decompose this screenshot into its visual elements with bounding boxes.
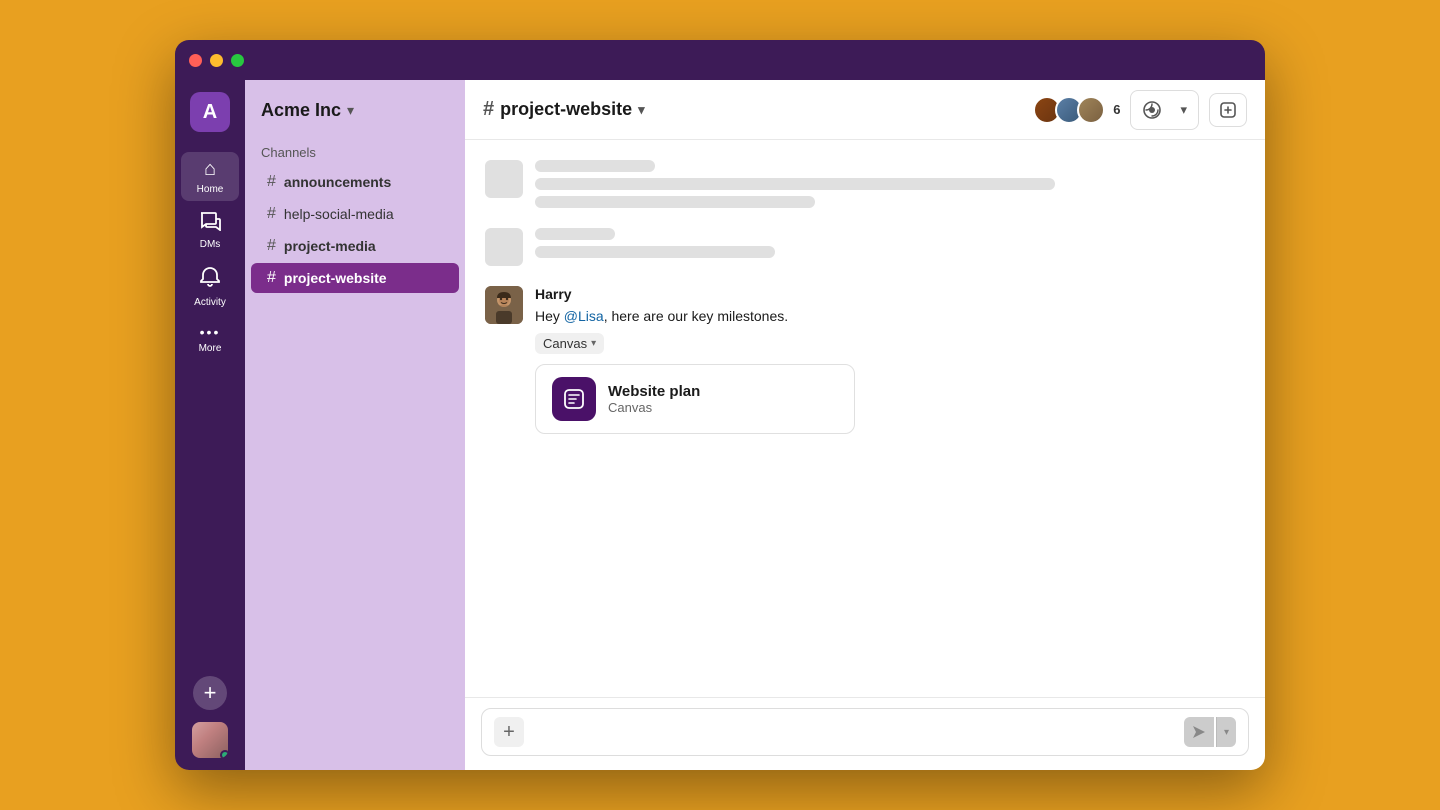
channel-item-announcements[interactable]: # announcements [251,167,459,197]
member-avatar-3 [1077,96,1105,124]
message-text-before: Hey [535,308,564,324]
channel-name: project-media [284,238,376,254]
skeleton-line [535,178,1055,190]
canvas-card-title: Website plan [608,383,700,400]
attach-button[interactable]: + [494,717,524,747]
channel-item-project-website[interactable]: # project-website [251,263,459,293]
mention[interactable]: @Lisa [564,308,604,324]
send-group: ▾ [1184,717,1236,747]
send-dropdown-button[interactable]: ▾ [1216,717,1236,747]
add-workspace-button[interactable]: + [193,676,227,710]
header-more-button[interactable]: ▾ [1171,95,1196,125]
chat-area: # project-website ▾ 6 [465,80,1265,770]
canvas-card-subtitle: Canvas [608,400,700,415]
main-area: A ⌂ Home DMs [175,80,1265,770]
skeleton-line [535,228,615,240]
title-bar [175,40,1265,80]
skeleton-message-2 [485,228,1245,266]
sidebar-item-dms-label: DMs [200,239,221,250]
message-input-container: + ▾ [481,708,1249,756]
channel-hash-icon: # [483,98,494,121]
online-status-dot [220,750,228,758]
chat-header: # project-website ▾ 6 [465,80,1265,140]
sidebar-item-home[interactable]: ⌂ Home [181,152,239,201]
channel-item-help-social-media[interactable]: # help-social-media [251,199,459,229]
skeleton-line [535,160,655,172]
canvas-tag-label: Canvas [543,336,587,351]
channel-name: help-social-media [284,206,394,222]
sidebar-item-home-label: Home [197,184,224,195]
minimize-button[interactable] [210,54,223,67]
hash-icon: # [267,173,276,191]
header-actions: ▾ [1130,90,1199,130]
skeleton-lines [535,160,1245,208]
skeleton-line [535,196,815,208]
dms-icon [199,211,221,236]
message-content: Harry Hey @Lisa, here are our key milest… [535,286,1245,434]
message-text-after: , here are our key milestones. [604,308,788,324]
workspace-name: Acme Inc [261,100,341,121]
sidebar-item-more[interactable]: ••• More [181,318,239,360]
huddle-button[interactable] [1133,93,1171,127]
hash-icon: # [267,205,276,223]
canvas-tag-arrow-icon: ▾ [591,338,596,349]
sidebar-item-more-label: More [199,343,222,354]
icon-sidebar: A ⌂ Home DMs [175,80,245,770]
send-button[interactable] [1184,717,1214,747]
message-harry: Harry Hey @Lisa, here are our key milest… [485,286,1245,434]
member-count: 6 [1113,102,1120,117]
channel-name: project-website [284,270,387,286]
sidebar-item-dms[interactable]: DMs [181,205,239,256]
message-input[interactable] [532,724,1176,740]
canvas-card-icon [552,377,596,421]
messages-area: Harry Hey @Lisa, here are our key milest… [465,140,1265,697]
message-text: Hey @Lisa, here are our key milestones. [535,306,1245,327]
skeleton-message-1 [485,160,1245,208]
chat-channel-title: # project-website ▾ [483,98,645,121]
channel-sidebar: Acme Inc ▾ Channels # announcements # he… [245,80,465,770]
skeleton-avatar [485,160,523,198]
skeleton-avatar [485,228,523,266]
sidebar-item-activity[interactable]: Activity [181,260,239,314]
maximize-button[interactable] [231,54,244,67]
user-avatar[interactable] [192,722,228,758]
more-icon: ••• [200,324,221,340]
home-icon: ⌂ [204,158,216,181]
workspace-header[interactable]: Acme Inc ▾ [245,92,465,137]
hash-icon: # [267,269,276,287]
workspace-avatar[interactable]: A [190,92,230,132]
member-avatars[interactable]: 6 [1033,96,1120,124]
skeleton-line [535,246,775,258]
canvas-card-text: Website plan Canvas [608,383,700,415]
workspace-dropdown-icon: ▾ [347,102,354,119]
channel-dropdown-icon[interactable]: ▾ [638,102,645,118]
canvas-card[interactable]: Website plan Canvas [535,364,855,434]
channel-name-label: project-website [500,99,632,120]
channel-item-project-media[interactable]: # project-media [251,231,459,261]
canvas-tag[interactable]: Canvas ▾ [535,333,604,354]
input-bar: + ▾ [465,697,1265,770]
skeleton-lines [535,228,1245,258]
message-sender: Harry [535,286,1245,302]
add-canvas-button[interactable] [1209,93,1247,127]
hash-icon: # [267,237,276,255]
channels-section-label: Channels [245,137,465,166]
harry-avatar [485,286,523,324]
sidebar-item-activity-label: Activity [194,297,226,308]
bell-icon [199,266,221,294]
close-button[interactable] [189,54,202,67]
channel-name: announcements [284,174,391,190]
app-window: A ⌂ Home DMs [175,40,1265,770]
